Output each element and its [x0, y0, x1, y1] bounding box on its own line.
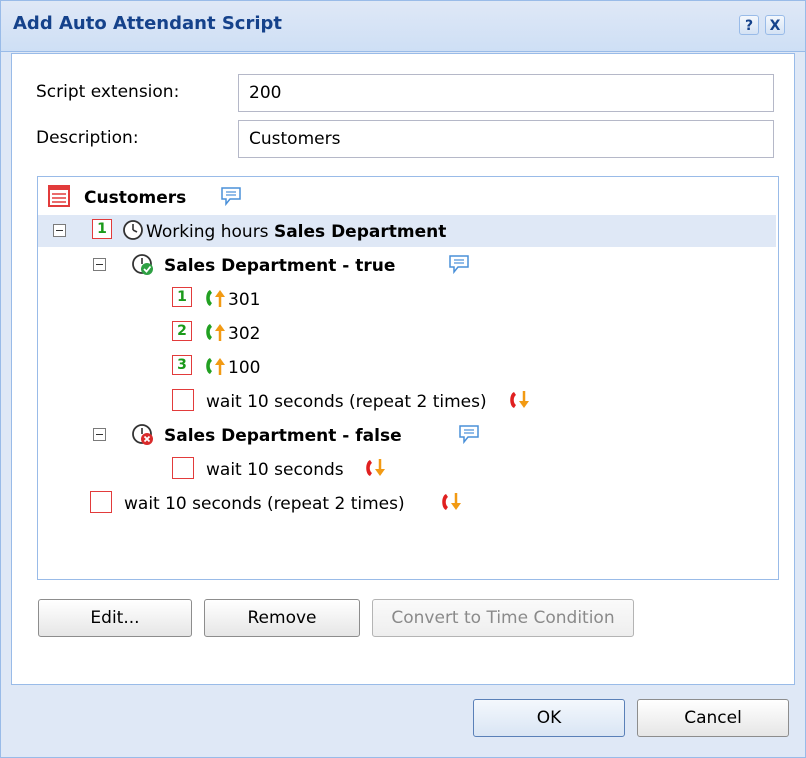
dialog-title: Add Auto Attendant Script [13, 13, 282, 34]
condition-false-icon [131, 423, 155, 452]
script-list-icon [48, 185, 70, 212]
wait-label: wait 10 seconds (repeat 2 times) [206, 392, 487, 412]
condition-name: Sales Department [273, 222, 447, 242]
hangup-call-icon [362, 457, 390, 484]
forward-call-icon [202, 287, 230, 314]
number-badge: 1 [172, 287, 192, 307]
false-branch-label: Sales Department - false [164, 426, 402, 446]
edit-button[interactable]: Edit... [38, 599, 192, 637]
help-icon[interactable]: ? [739, 15, 759, 35]
empty-number-box [172, 389, 194, 411]
tree-row-forward[interactable]: 1 301 [38, 283, 776, 315]
tree-row-forward[interactable]: 3 100 [38, 351, 776, 383]
tree-row-wait[interactable]: wait 10 seconds (repeat 2 times) [38, 385, 776, 417]
forward-target-label: 302 [228, 324, 261, 344]
number-badge: 1 [92, 219, 112, 239]
dialog-body: Script extension: 200 Description: Custo… [11, 53, 795, 685]
cancel-button[interactable]: Cancel [637, 699, 789, 737]
ok-button[interactable]: OK [473, 699, 625, 737]
description-label: Description: [36, 128, 139, 148]
collapse-icon[interactable] [53, 224, 66, 237]
comment-icon[interactable] [458, 424, 480, 449]
forward-call-icon [202, 355, 230, 382]
remove-button[interactable]: Remove [204, 599, 360, 637]
number-badge: 2 [172, 321, 192, 341]
tree-row-wait[interactable]: wait 10 seconds [38, 453, 776, 485]
wait-label: wait 10 seconds [206, 460, 344, 480]
tree-row-condition[interactable]: 1 Working hours Sales Department [38, 215, 776, 247]
add-auto-attendant-dialog: Add Auto Attendant Script ? X Script ext… [0, 0, 806, 758]
forward-call-icon [202, 321, 230, 348]
tree-row-wait[interactable]: wait 10 seconds (repeat 2 times) [38, 487, 776, 519]
true-branch-label: Sales Department - true [164, 256, 396, 276]
forward-target-label: 301 [228, 290, 261, 310]
hangup-call-icon [506, 389, 534, 416]
extension-label: Script extension: [36, 82, 180, 102]
tree-row-forward[interactable]: 2 302 [38, 317, 776, 349]
empty-number-box [90, 491, 112, 513]
condition-true-icon [131, 253, 155, 282]
clock-icon [122, 219, 144, 246]
dialog-titlebar[interactable]: Add Auto Attendant Script ? X [1, 1, 805, 52]
tree-root-label: Customers [84, 188, 187, 208]
collapse-icon[interactable] [93, 428, 106, 441]
collapse-icon[interactable] [93, 258, 106, 271]
script-tree[interactable]: Customers 1 Working hours Sales Departme… [37, 176, 779, 580]
forward-target-label: 100 [228, 358, 261, 378]
tree-row-true-branch[interactable]: Sales Department - true [38, 249, 776, 281]
comment-icon[interactable] [448, 254, 470, 279]
number-badge: 3 [172, 355, 192, 375]
condition-prefix: Working hours [146, 222, 274, 242]
hangup-call-icon [438, 491, 466, 518]
description-field[interactable]: Customers [238, 120, 774, 158]
convert-to-time-condition-button[interactable]: Convert to Time Condition [372, 599, 634, 637]
tree-row-false-branch[interactable]: Sales Department - false [38, 419, 776, 451]
comment-icon[interactable] [220, 186, 242, 211]
extension-field[interactable]: 200 [238, 74, 774, 112]
tree-root-row[interactable]: Customers [38, 181, 776, 213]
wait-label: wait 10 seconds (repeat 2 times) [124, 494, 405, 514]
empty-number-box [172, 457, 194, 479]
condition-label: Working hours Sales Department [146, 222, 446, 242]
close-icon[interactable]: X [765, 15, 785, 35]
